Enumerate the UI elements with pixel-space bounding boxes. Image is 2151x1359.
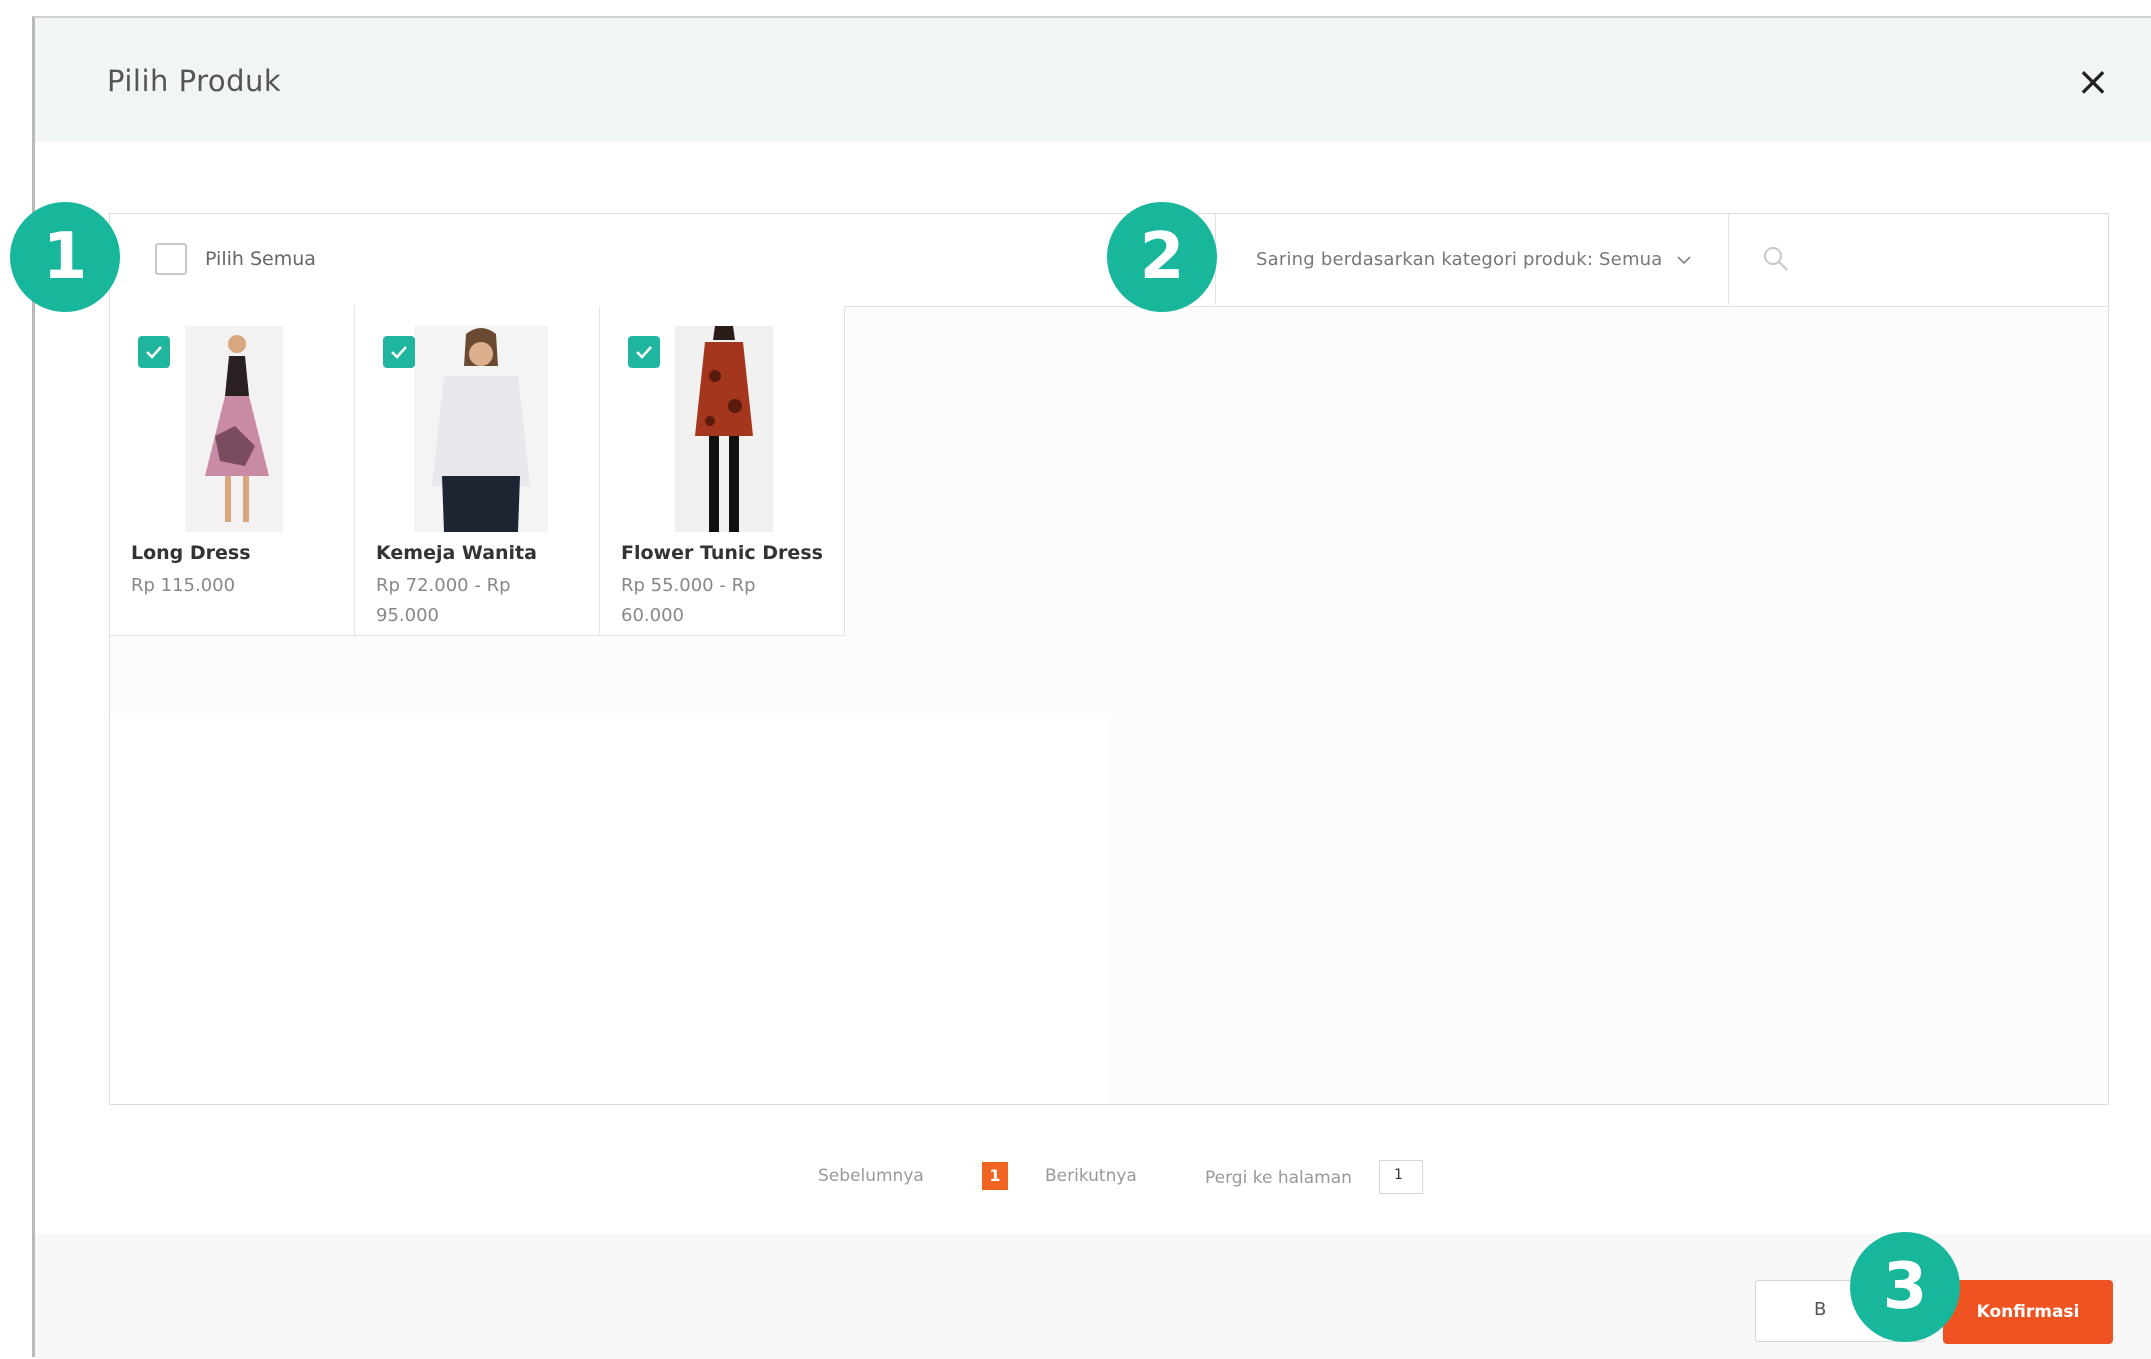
close-icon[interactable]: × <box>2073 62 2113 102</box>
confirm-button[interactable]: Konfirmasi <box>1943 1280 2113 1344</box>
next-page-link[interactable]: Berikutnya <box>1045 1166 1137 1186</box>
product-price-line2: 60.000 <box>621 605 684 626</box>
product-price: Rp 72.000 - Rp 95.000 <box>376 571 576 631</box>
search-icon <box>1764 247 1788 271</box>
select-all-label: Pilih Semua <box>205 248 316 270</box>
modal-header: Pilih Produk × <box>35 18 2151 142</box>
product-checkbox-checked[interactable] <box>628 336 660 368</box>
product-card[interactable]: Long Dress Rp 115.000 <box>110 306 355 636</box>
category-filter-label: Saring berdasarkan kategori produk: Semu… <box>1256 249 1663 270</box>
product-price-line1: Rp 55.000 - Rp <box>621 575 756 596</box>
empty-grid-area <box>110 714 1110 1104</box>
product-image <box>185 326 283 532</box>
callout-badge-1: 1 <box>10 202 120 312</box>
select-all-control[interactable]: Pilih Semua <box>155 241 316 277</box>
goto-page-label: Pergi ke halaman <box>1205 1168 1352 1188</box>
product-name: Kemeja Wanita <box>376 542 537 564</box>
pagination: Sebelumnya 1 Berikutnya Pergi ke halaman… <box>35 1152 2151 1202</box>
callout-badge-2: 2 <box>1107 202 1217 312</box>
product-price: Rp 55.000 - Rp 60.000 <box>621 571 821 631</box>
product-card[interactable]: Flower Tunic Dress Rp 55.000 - Rp 60.000 <box>600 306 845 636</box>
product-price: Rp 115.000 <box>131 571 331 601</box>
product-name: Long Dress <box>131 542 251 564</box>
search-input[interactable] <box>1728 214 2109 305</box>
product-panel: Pilih Semua Saring berdasarkan kategori … <box>109 213 2109 1105</box>
prev-page-link[interactable]: Sebelumnya <box>818 1166 924 1186</box>
product-price-line2: 95.000 <box>376 605 439 626</box>
product-price-line1: Rp 72.000 - Rp <box>376 575 511 596</box>
product-name: Flower Tunic Dress <box>621 542 823 564</box>
product-image <box>414 326 548 532</box>
product-checkbox-checked[interactable] <box>383 336 415 368</box>
product-checkbox-checked[interactable] <box>138 336 170 368</box>
product-price-line1: Rp 115.000 <box>131 575 236 596</box>
select-product-modal: Pilih Produk × Pilih Semua Saring berdas… <box>32 16 2151 1359</box>
current-page-number[interactable]: 1 <box>982 1162 1008 1190</box>
product-image <box>675 326 773 532</box>
select-all-checkbox[interactable] <box>155 243 187 275</box>
modal-title: Pilih Produk <box>107 64 282 98</box>
product-card[interactable]: Kemeja Wanita Rp 72.000 - Rp 95.000 <box>355 306 600 636</box>
modal-footer: B Konfirmasi <box>35 1234 2151 1359</box>
callout-badge-3: 3 <box>1850 1232 1960 1342</box>
goto-page-input[interactable]: 1 <box>1379 1160 1423 1194</box>
product-grid: Long Dress Rp 115.000 Kemeja Wanita Rp 7… <box>110 306 845 636</box>
chevron-down-icon <box>1676 250 1691 269</box>
